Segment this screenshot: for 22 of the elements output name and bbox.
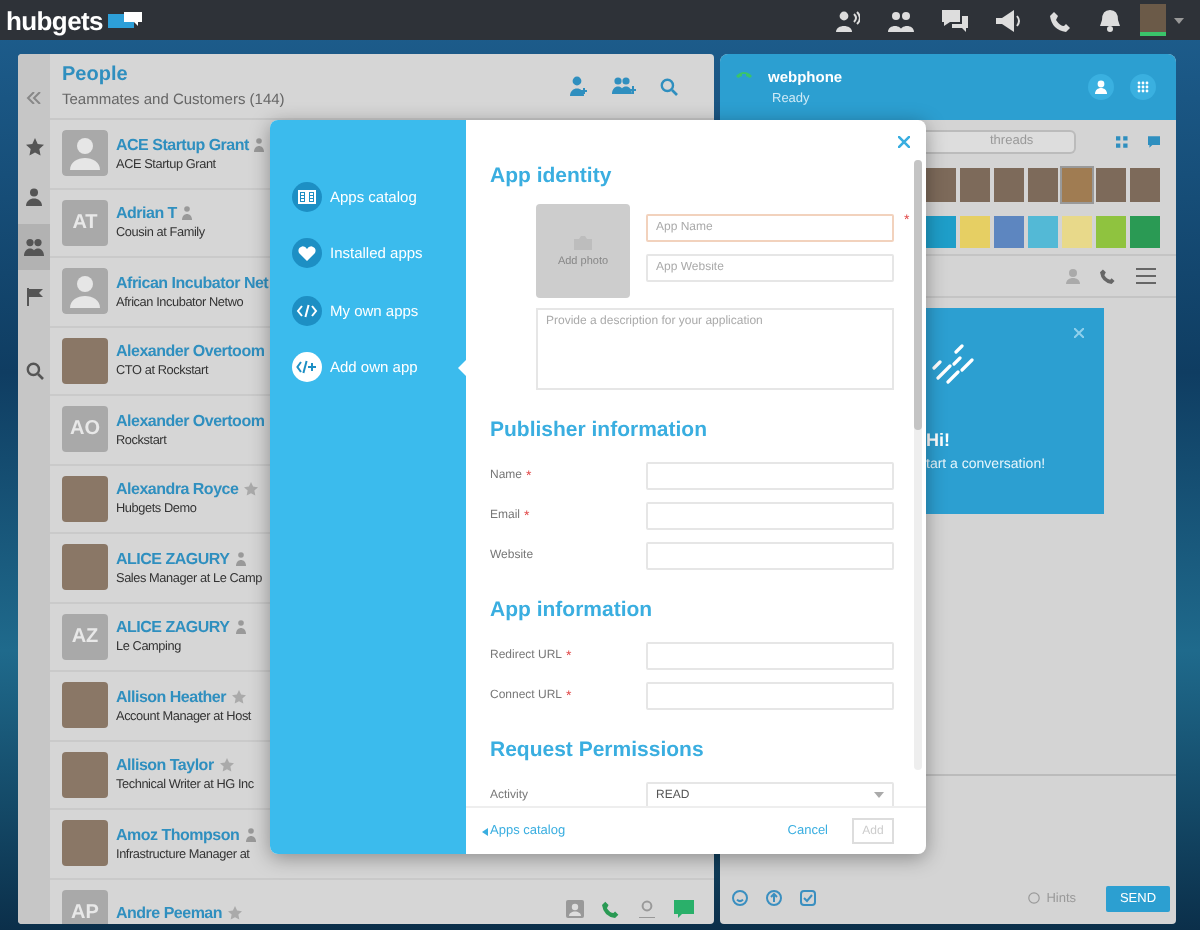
panel-title: People bbox=[62, 64, 130, 86]
contact-name: Allison Taylor bbox=[116, 756, 214, 775]
contact-name: Amoz Thompson bbox=[116, 825, 240, 844]
section-heading: Publisher information bbox=[490, 416, 710, 444]
initials-avatar: AZ bbox=[62, 613, 108, 660]
contact-name: Adrian T bbox=[116, 204, 177, 223]
contact-name: Allison Heather bbox=[116, 687, 226, 706]
contact-name: Andre Peeman bbox=[116, 903, 223, 922]
contact-name: Alexandra Royce bbox=[116, 480, 239, 499]
contact-name: ACE Startup Grant bbox=[116, 135, 249, 154]
initials-avatar: AT bbox=[62, 199, 108, 246]
contact-name: Alexander Overtoom bbox=[116, 342, 265, 361]
greeting-title: Hi! bbox=[926, 430, 952, 450]
initials-avatar: AO bbox=[62, 406, 108, 453]
contact-name: ALICE ZAGURY bbox=[116, 618, 230, 637]
section-heading: App identity bbox=[490, 162, 614, 190]
contact-name: African Incubator Net bbox=[116, 273, 269, 292]
contact-name: ALICE ZAGURY bbox=[116, 549, 230, 568]
section-heading: App information bbox=[490, 596, 655, 624]
contact-name: Alexander Overtoom bbox=[116, 411, 265, 430]
initials-avatar: AP bbox=[62, 889, 108, 924]
section-heading: Request Permissions bbox=[490, 736, 706, 764]
